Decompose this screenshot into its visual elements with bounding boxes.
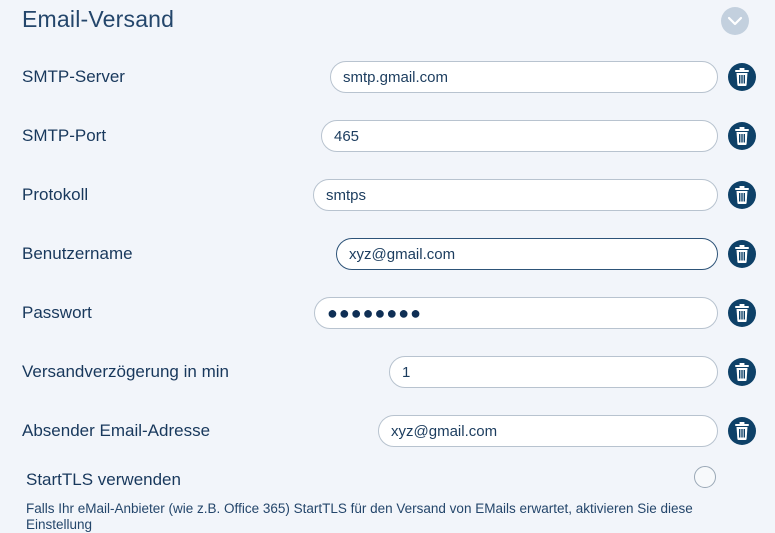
smtp-port-label: SMTP-Port (22, 126, 107, 145)
delete-delay-button[interactable] (728, 358, 756, 386)
sender-label: Absender Email-Adresse (22, 421, 211, 440)
row-delay: Versandverzögerung in min (0, 354, 775, 390)
starttls-label: StartTLS verwenden (26, 470, 181, 489)
section-title: Email-Versand (22, 6, 175, 32)
row-smtp-server: SMTP-Server (0, 59, 775, 95)
trash-icon (735, 68, 749, 86)
trash-icon (735, 304, 749, 322)
protocol-input[interactable] (313, 179, 718, 211)
smtp-port-input[interactable] (321, 120, 718, 152)
delete-username-button[interactable] (728, 240, 756, 268)
row-smtp-port: SMTP-Port (0, 118, 775, 154)
delete-protocol-button[interactable] (728, 181, 756, 209)
trash-icon (735, 186, 749, 204)
starttls-radio[interactable] (694, 466, 716, 488)
smtp-server-input[interactable] (330, 61, 718, 93)
row-protocol: Protokoll (0, 177, 775, 213)
smtp-server-label: SMTP-Server (22, 67, 125, 86)
row-sender: Absender Email-Adresse (0, 413, 775, 449)
sender-input[interactable] (378, 415, 718, 447)
trash-icon (735, 422, 749, 440)
delete-password-button[interactable] (728, 299, 756, 327)
row-password: Passwort (0, 295, 775, 331)
chevron-down-icon (727, 16, 743, 26)
delete-sender-button[interactable] (728, 417, 756, 445)
password-label: Passwort (22, 303, 92, 322)
delete-smtp-port-button[interactable] (728, 122, 756, 150)
starttls-hint: Falls Ihr eMail-Anbieter (wie z.B. Offic… (26, 501, 693, 532)
username-input[interactable] (336, 238, 718, 270)
protocol-label: Protokoll (22, 185, 89, 204)
trash-icon (735, 245, 749, 263)
trash-icon (735, 363, 749, 381)
delay-label: Versandverzögerung in min (22, 362, 229, 381)
collapse-button[interactable] (721, 7, 749, 35)
delay-input[interactable] (389, 356, 718, 388)
password-input[interactable] (314, 297, 718, 329)
username-label: Benutzername (22, 244, 133, 263)
row-username: Benutzername (0, 236, 775, 272)
trash-icon (735, 127, 749, 145)
delete-smtp-server-button[interactable] (728, 63, 756, 91)
